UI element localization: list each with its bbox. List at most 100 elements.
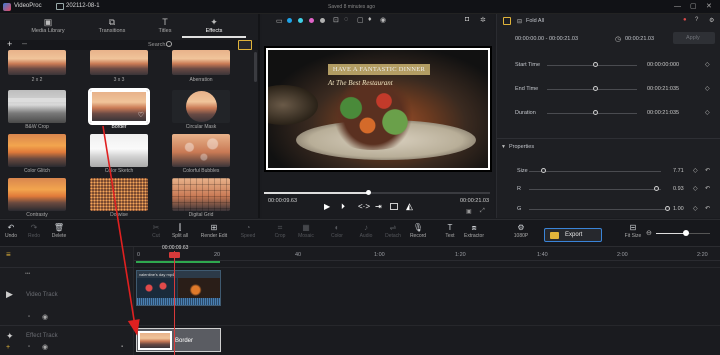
project-folder-icon[interactable] <box>56 3 64 10</box>
tab-media-library[interactable]: ▣ Media Library <box>16 16 80 38</box>
volume-icon[interactable]: ◭ <box>406 201 413 212</box>
notification-icon[interactable]: ● <box>683 17 687 23</box>
playhead-handle[interactable] <box>169 252 180 258</box>
effect-thumb-3x3[interactable] <box>90 50 148 75</box>
panel-toggle-icon[interactable] <box>503 17 511 25</box>
g-slider[interactable] <box>529 209 669 210</box>
video-frame[interactable]: HAVE A FANTASTIC DINNER At The Best Rest… <box>266 48 490 170</box>
add-icon[interactable]: + <box>7 39 12 49</box>
zoom-knob[interactable] <box>683 230 689 236</box>
duration-knob[interactable] <box>593 110 598 115</box>
snapshot-icon[interactable] <box>390 203 398 210</box>
g-knob[interactable] <box>665 206 670 211</box>
effect-thumb-colorful-bubbles[interactable] <box>172 134 230 167</box>
help-icon[interactable]: ? <box>695 17 698 23</box>
effect-thumb-contrasty[interactable] <box>8 178 66 211</box>
track-lock-icon[interactable]: ▫ <box>28 314 30 320</box>
visibility-icon[interactable]: ◌ <box>344 16 348 23</box>
camera-snapshot-icon[interactable]: ◘ <box>465 16 469 23</box>
overlay-title-banner[interactable]: HAVE A FANTASTIC DINNER <box>328 64 430 75</box>
panel-divider[interactable] <box>258 14 260 218</box>
layout-icon[interactable]: ▭ <box>276 17 283 25</box>
chevron-down-icon[interactable]: ▼ <box>501 144 506 150</box>
size-value[interactable]: 7.71 <box>673 168 684 174</box>
favorite-heart-icon[interactable]: ♡ <box>138 111 144 119</box>
effect-thumb-aberration[interactable] <box>172 50 230 75</box>
r-slider[interactable] <box>529 189 661 190</box>
g-value[interactable]: 1.00 <box>673 206 684 212</box>
prev-next-icon[interactable]: <·> <box>358 202 370 211</box>
end-time-slider[interactable] <box>547 89 637 90</box>
color-button[interactable]: ◐ Color <box>321 223 353 239</box>
project-name[interactable]: 202112-08-1 <box>66 3 100 9</box>
library-layout-icon[interactable] <box>238 40 252 50</box>
play-icon[interactable]: ▶ <box>324 202 330 211</box>
color-dot-gray[interactable] <box>320 18 325 23</box>
color-dot-blue[interactable] <box>287 18 292 23</box>
r-knob[interactable] <box>654 186 659 191</box>
fullscreen-toggle-icon[interactable]: ⇥ <box>375 202 382 211</box>
extractor-button[interactable]: ⧈ Extractor <box>458 223 490 239</box>
expand-icon[interactable]: ⤢ <box>480 208 485 215</box>
effect-thumb-2x2[interactable] <box>8 50 66 75</box>
reset-icon[interactable]: ↶ <box>705 185 710 192</box>
speed-button[interactable]: ◔ Speed <box>232 223 264 239</box>
effect-thumb-color-sketch[interactable] <box>90 134 148 167</box>
effect-thumb-bw-crop[interactable] <box>8 90 66 123</box>
lock-icon[interactable]: ▢ <box>357 16 364 24</box>
keyframe-icon[interactable]: ◇ <box>705 85 710 92</box>
record-button[interactable]: 🎙 Record <box>402 223 434 239</box>
track-eye-icon[interactable]: ◉ <box>42 343 48 351</box>
settings-gear-icon[interactable]: ✲ <box>480 16 486 24</box>
effect-thumb-dotwise[interactable] <box>90 178 148 211</box>
close-button[interactable]: ✕ <box>706 3 712 10</box>
render-edit-button[interactable]: ⊞ Render Edit <box>198 223 230 239</box>
track-menu-icon[interactable]: ••• <box>25 271 30 277</box>
duration-value[interactable]: 00:00:21:035 <box>647 110 679 116</box>
add-effect-icon[interactable]: + <box>6 344 10 351</box>
size-knob[interactable] <box>541 168 546 173</box>
start-time-slider[interactable] <box>547 65 637 66</box>
minimize-button[interactable]: — <box>674 3 681 10</box>
color-dot-pink[interactable] <box>309 18 314 23</box>
search-icon[interactable] <box>166 41 172 47</box>
effect-thumb-color-glitch[interactable] <box>8 134 66 167</box>
start-time-value[interactable]: 00:00:00:000 <box>647 62 679 68</box>
aspect-icon[interactable]: ⊡ <box>333 16 339 24</box>
export-button[interactable]: Export <box>544 228 602 242</box>
start-time-knob[interactable] <box>593 62 598 67</box>
fold-all-icon[interactable]: ⊟ <box>517 18 522 25</box>
maximize-button[interactable]: ▢ <box>690 3 697 10</box>
mosaic-button[interactable]: ▦ Mosaic <box>290 223 322 239</box>
tab-effects[interactable]: ✦ Effects <box>182 16 246 38</box>
track-trash-icon[interactable]: ▪ <box>121 344 123 350</box>
keyframe-icon[interactable]: ◇ <box>693 185 698 192</box>
track-lock-icon[interactable]: ▫ <box>28 344 30 350</box>
keyframe-icon[interactable]: ◇ <box>705 61 710 68</box>
effect-clip-border[interactable]: Border <box>136 328 221 352</box>
r-value[interactable]: 0.93 <box>673 186 684 192</box>
effect-thumb-digital-grid[interactable] <box>172 178 230 211</box>
resolution-button[interactable]: ⚙ 1080P <box>505 223 537 239</box>
fold-all-button[interactable]: Fold All <box>526 18 544 24</box>
properties-title[interactable]: Properties <box>509 144 534 150</box>
track-eye-icon[interactable]: ◉ <box>42 313 48 321</box>
screenshot-icon[interactable]: ▣ <box>466 208 472 215</box>
overlay-subtitle[interactable]: At The Best Restaurant <box>328 79 438 87</box>
duration-slider[interactable] <box>547 113 637 114</box>
add-track-icon[interactable]: ≡ <box>6 250 11 259</box>
reset-icon[interactable]: ↶ <box>705 167 710 174</box>
split-all-button[interactable]: ⫿ Split all <box>164 223 196 239</box>
effect-thumb-border[interactable]: ♡ <box>88 88 150 125</box>
time-ruler[interactable] <box>134 251 720 261</box>
eye-icon[interactable]: ◉ <box>380 16 386 24</box>
effect-thumb-circular-mask[interactable] <box>172 90 230 123</box>
zoom-out-icon[interactable]: ⊖ <box>646 229 652 237</box>
apply-button[interactable]: Apply <box>673 32 715 44</box>
color-dot-cyan[interactable] <box>298 18 303 23</box>
video-clip[interactable]: valentine's day mp4 <box>136 270 221 306</box>
collapse-icon[interactable]: – <box>22 38 27 48</box>
keyframe-icon[interactable]: ◇ <box>693 205 698 212</box>
work-area-bar[interactable] <box>136 261 220 263</box>
reset-icon[interactable]: ↶ <box>705 205 710 212</box>
